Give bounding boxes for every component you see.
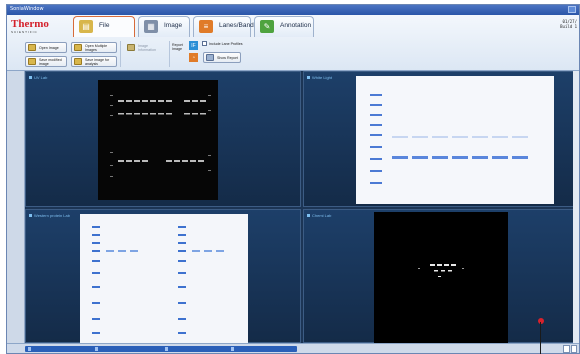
image-grid: UV Lab White Light Western protein Lab C… [25,71,579,346]
show-report-button[interactable]: Show Report [203,52,241,63]
status-bar [7,343,579,353]
save-modified-icon [28,58,36,65]
gel-image-western [80,214,248,346]
save-for-analysis-button[interactable]: Save image for analysis [71,56,117,67]
checkbox-icon [202,41,207,46]
pane-marker-icon [29,76,32,79]
callout-line [540,322,541,354]
save-modified-image-button[interactable]: Save modified image [25,56,67,67]
version-build: Build 1 [560,24,577,29]
right-panel-edge [573,71,579,343]
pane-white-light-label: White Light [307,75,332,80]
pane-chemi[interactable]: Chemi Lab [303,209,579,344]
open-image-button[interactable]: Open Image [25,42,67,53]
annotation-icon: ✎ [260,20,274,33]
ribbon: Thermo SCIENTIFIC ▤ File ▦ Image ≡ Lanes… [7,15,579,71]
gel-image-chemi [374,212,508,344]
pane-chemi-title: Chemi Lab [312,213,332,218]
tab-lanes-bands[interactable]: ≡ Lanes/Bands [193,16,257,37]
pane-white-light[interactable]: White Light [303,71,579,207]
include-lane-profiles-label: Include Lane Profiles [209,41,243,46]
pane-western-label: Western protein Lab [29,213,70,218]
window-title: SoniaWindow [10,6,44,12]
pane-western-title: Western protein Lab [34,213,70,218]
open-multiple-label: Open Multiple Images [85,43,108,52]
tab-lanes-bands-label: Lanes/Bands [219,22,257,29]
report-icon [206,54,214,61]
open-image-icon [28,44,36,51]
lanes-bands-icon: ≡ [199,20,213,33]
save-for-analysis-icon [74,58,82,65]
save-modified-label: Save modified image [39,57,62,66]
nav-buttons [563,345,577,353]
show-report-label: Show Report [217,55,238,60]
include-lane-profiles-checkbox[interactable]: Include Lane Profiles [202,41,243,46]
pane-uv-label: UV Lab [29,75,47,80]
pane-chemi-label: Chemi Lab [307,213,331,218]
folder-icon: ▤ [79,20,93,33]
tab-annotation-label: Annotation [280,22,312,29]
scroll-marker [28,347,31,351]
scroll-marker [231,347,234,351]
open-multiple-icon [74,44,82,51]
tab-file-label: File [99,22,110,29]
pane-uv[interactable]: UV Lab [25,71,301,207]
gel-image-white-light [356,76,554,204]
pane-western[interactable]: Western protein Lab [25,209,301,346]
image-information-button[interactable]: Image Information [124,42,166,53]
report-image-icon[interactable]: IF [189,41,198,50]
pane-marker-icon [307,214,310,217]
scroll-marker [165,347,168,351]
logo-brand: Thermo [11,18,49,30]
thermo-logo: Thermo SCIENTIFIC [11,18,65,35]
tab-image[interactable]: ▦ Image [138,16,190,37]
report-image-title: Report Image [172,43,183,51]
image-icon: ▦ [144,20,158,33]
info-icon [127,44,135,51]
left-toolbar [7,71,25,343]
next-button[interactable] [570,345,577,353]
tab-annotation[interactable]: ✎ Annotation [254,16,314,37]
title-bar: SoniaWindow [7,5,579,15]
gel-image-uv [98,80,218,200]
image-information-label: Image Information [138,43,156,52]
pane-white-light-title: White Light [312,75,333,80]
pane-uv-title: UV Lab [34,75,48,80]
tab-image-label: Image [164,22,183,29]
window-close-button[interactable] [568,6,576,13]
application-window: SoniaWindow Thermo SCIENTIFIC ▤ File ▦ I… [6,4,580,354]
save-for-analysis-label: Save image for analysis [85,57,110,66]
pane-marker-icon [29,214,32,217]
callout-pointer [538,318,544,324]
command-separator-2 [169,41,170,67]
version-info: 01/27/ Build 1 [560,19,577,29]
tab-file[interactable]: ▤ File [73,16,135,37]
command-bar: Open Image Open Multiple Images Save mod… [7,39,579,71]
horizontal-scrollbar[interactable] [25,346,297,352]
report-chart-icon[interactable]: ◔ [189,53,198,62]
open-image-label: Open Image [39,45,59,50]
logo-sub: SCIENTIFIC [11,30,38,34]
prev-button[interactable] [563,345,570,353]
command-separator [120,41,121,67]
pane-marker-icon [307,76,310,79]
scroll-marker [95,347,98,351]
open-multiple-images-button[interactable]: Open Multiple Images [71,42,117,53]
